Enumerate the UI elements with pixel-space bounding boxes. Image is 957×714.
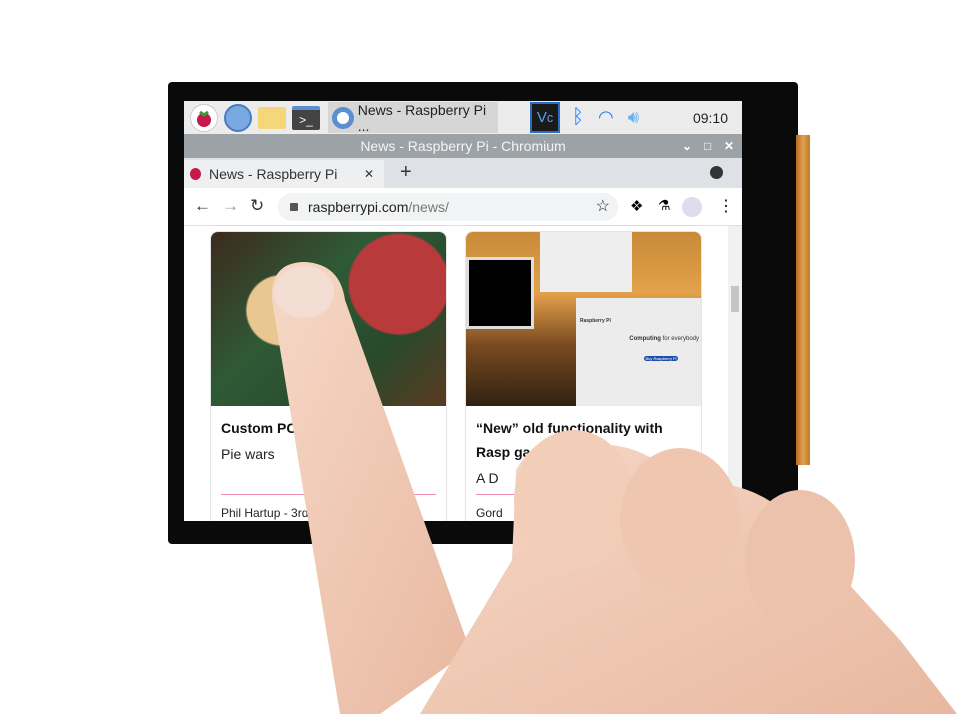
middle-finger	[514, 430, 634, 570]
little-finger	[745, 490, 855, 630]
fingernail	[274, 266, 334, 318]
hand-image	[271, 262, 957, 714]
index-finger	[271, 262, 470, 714]
ring-finger	[620, 448, 740, 592]
